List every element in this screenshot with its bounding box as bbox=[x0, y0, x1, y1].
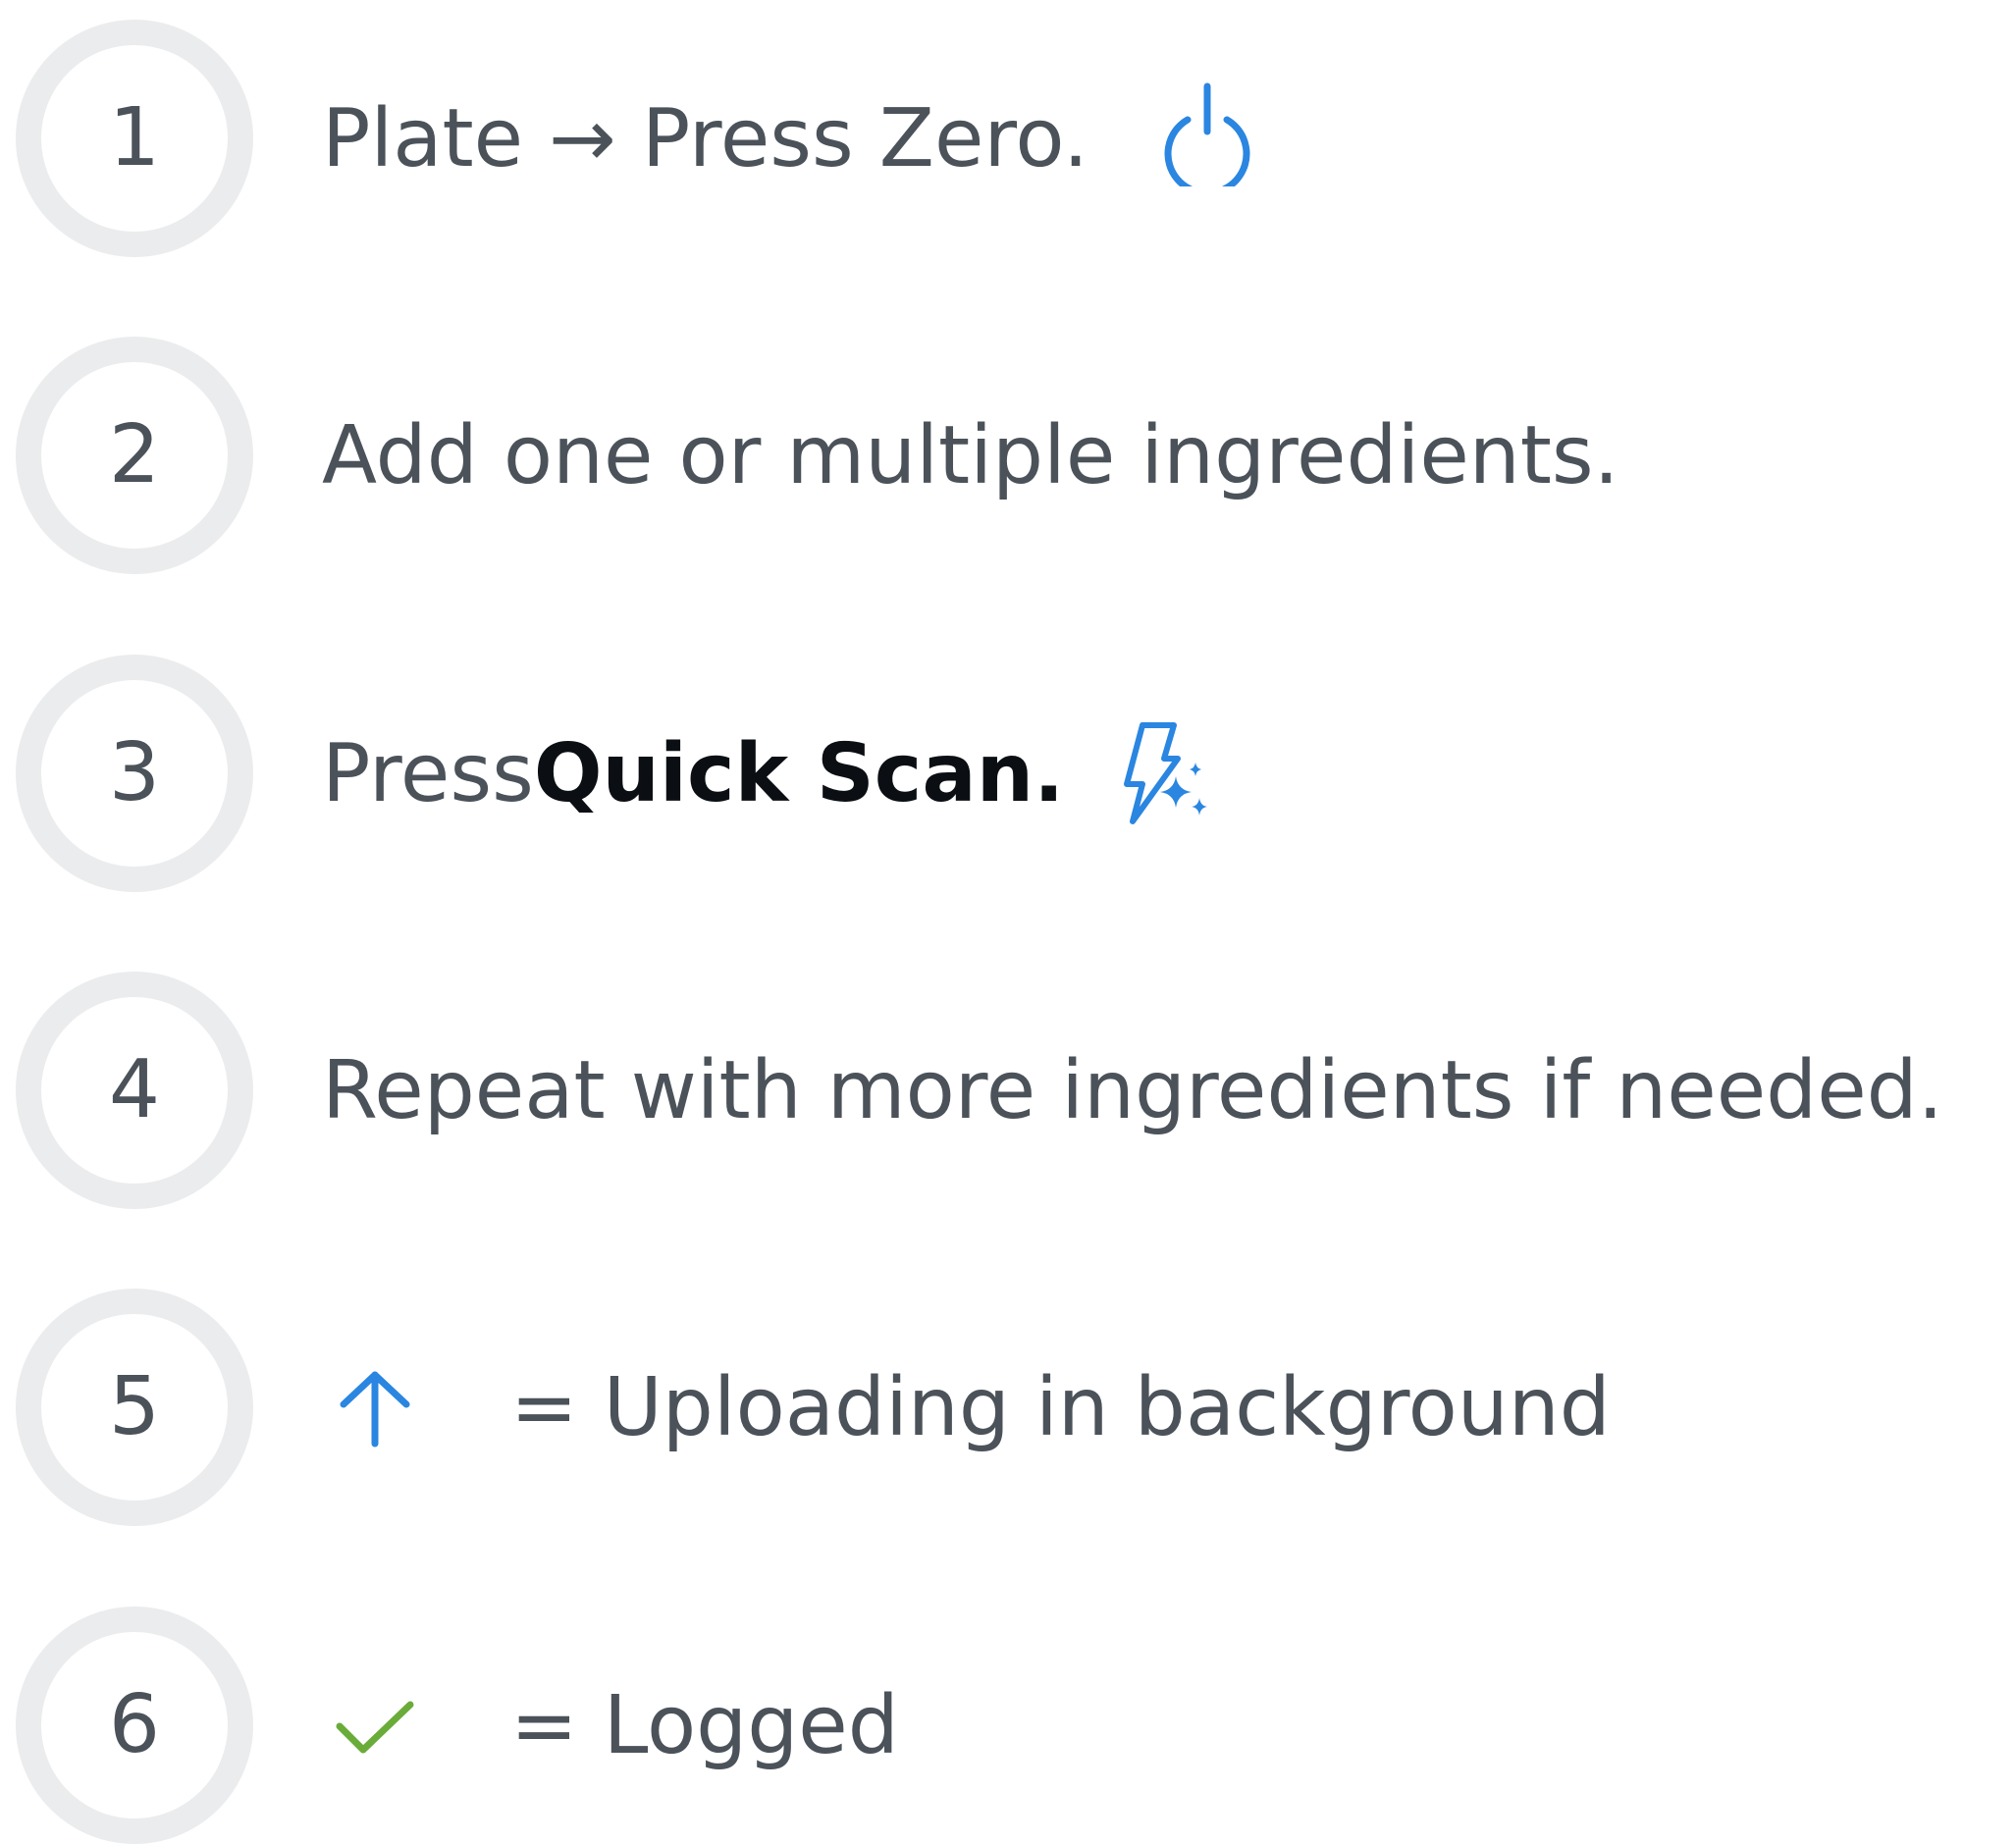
legend-uploading-text: = Uploading in background bbox=[510, 1360, 1611, 1454]
step-text: Press Quick Scan. bbox=[322, 655, 1064, 892]
step-number-circle: 4 bbox=[16, 972, 253, 1209]
step-number: 6 bbox=[108, 1678, 161, 1771]
upload-arrow-icon bbox=[334, 1367, 416, 1449]
legend-logged-text: = Logged bbox=[510, 1678, 899, 1772]
quick-scan-bolt-sparkle-icon bbox=[1119, 719, 1217, 829]
step-5: 5 = Uploading in background bbox=[0, 1289, 2016, 1526]
step-number-circle: 3 bbox=[16, 655, 253, 892]
step-number: 2 bbox=[108, 408, 161, 501]
step-number-circle: 6 bbox=[16, 1607, 253, 1844]
step-text: Add one or multiple ingredients. bbox=[322, 408, 1619, 502]
step-number: 1 bbox=[108, 91, 161, 184]
step-text: Repeat with more ingredients if needed. bbox=[322, 1043, 1943, 1137]
step-number-circle: 2 bbox=[16, 337, 253, 574]
step-text-prefix: Press bbox=[322, 726, 534, 820]
onboarding-steps-list: 1 Plate → Press Zero. 2 Add one or multi… bbox=[0, 0, 2016, 1844]
power-icon bbox=[1158, 79, 1256, 186]
quick-scan-label: Quick Scan. bbox=[533, 726, 1065, 820]
step-text: Plate → Press Zero. bbox=[322, 91, 1089, 185]
step-number: 3 bbox=[108, 726, 161, 819]
checkmark-icon bbox=[334, 1697, 416, 1760]
step-number: 4 bbox=[108, 1043, 161, 1136]
step-4: 4 Repeat with more ingredients if needed… bbox=[0, 972, 2016, 1209]
step-1: 1 Plate → Press Zero. bbox=[0, 20, 2016, 257]
step-3: 3 Press Quick Scan. bbox=[0, 655, 2016, 892]
step-2: 2 Add one or multiple ingredients. bbox=[0, 337, 2016, 574]
step-number-circle: 5 bbox=[16, 1289, 253, 1526]
step-number-circle: 1 bbox=[16, 20, 253, 257]
step-number: 5 bbox=[108, 1360, 161, 1453]
step-6: 6 = Logged bbox=[0, 1607, 2016, 1844]
